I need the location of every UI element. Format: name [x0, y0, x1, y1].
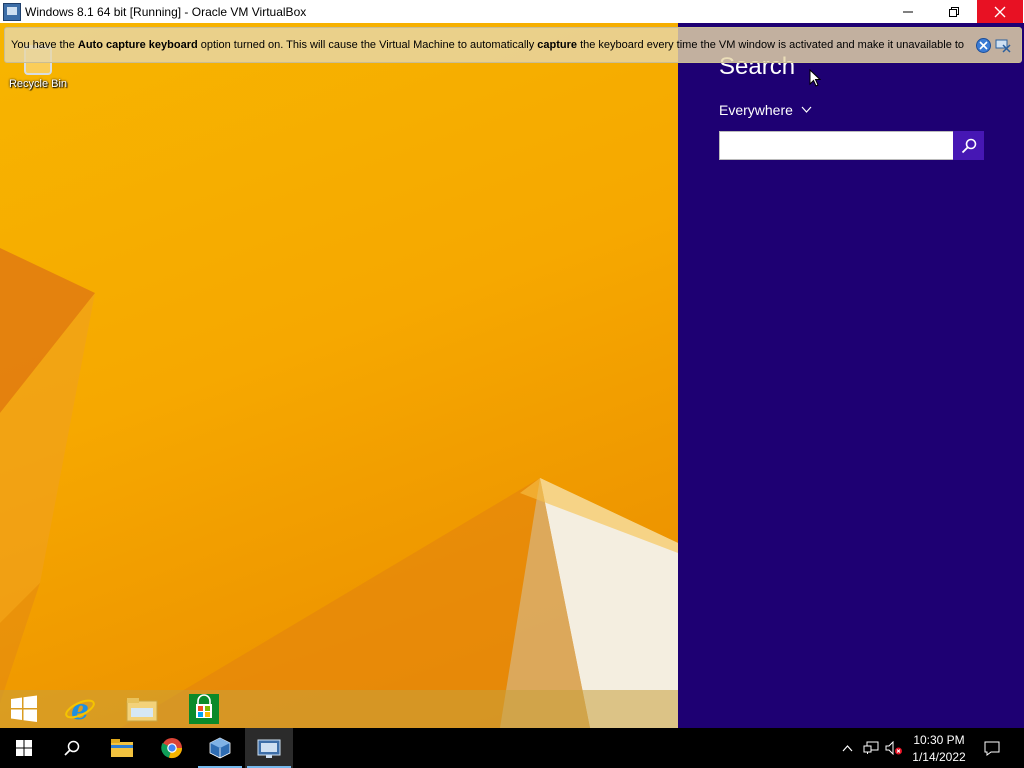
- start-icon[interactable]: [7, 693, 41, 725]
- notification-icon[interactable]: [980, 728, 1004, 768]
- search-button[interactable]: [953, 131, 984, 160]
- file-explorer-icon[interactable]: [98, 728, 146, 768]
- chevron-down-icon: [801, 104, 812, 116]
- store-icon[interactable]: [187, 693, 221, 725]
- info-icon[interactable]: [976, 38, 991, 53]
- window-titlebar: Windows 8.1 64 bit [Running] - Oracle VM…: [0, 0, 1024, 23]
- search-scope-dropdown[interactable]: Everywhere: [719, 102, 812, 118]
- vm-display[interactable]: Recycle Bin Search Everywhere You have t…: [0, 23, 1024, 728]
- mouse-pointer-icon: [809, 68, 822, 92]
- internet-explorer-icon[interactable]: e: [63, 693, 97, 725]
- clock-time: 10:30 PM: [913, 733, 965, 747]
- virtualbox-icon[interactable]: [196, 728, 244, 768]
- restore-icon: [949, 6, 959, 17]
- network-icon[interactable]: [861, 728, 881, 768]
- auto-capture-notification: You have the Auto capture keyboard optio…: [4, 27, 1022, 63]
- window-title: Windows 8.1 64 bit [Running] - Oracle VM…: [25, 4, 307, 19]
- chrome-icon[interactable]: [148, 728, 196, 768]
- minimize-button[interactable]: [885, 0, 931, 23]
- chevron-up-icon[interactable]: [838, 728, 856, 768]
- desktop-wallpaper: [0, 23, 678, 728]
- notification-message: You have the Auto capture keyboard optio…: [11, 39, 965, 51]
- search-charm: Search Everywhere: [678, 23, 1024, 728]
- search-icon: [961, 138, 976, 153]
- restore-button[interactable]: [931, 0, 977, 23]
- dismiss-notification-button[interactable]: [994, 38, 1012, 53]
- search-icon[interactable]: [48, 728, 96, 768]
- system-clock[interactable]: 10:30 PM 1/14/2022: [906, 732, 972, 766]
- recycle-bin-label: Recycle Bin: [8, 78, 68, 90]
- close-icon: [995, 39, 1011, 53]
- svg-text:e: e: [71, 694, 89, 724]
- clock-date: 1/14/2022: [912, 750, 966, 764]
- vm-taskbar: e: [0, 690, 678, 728]
- close-button[interactable]: [977, 0, 1023, 23]
- volume-muted-icon[interactable]: [884, 728, 904, 768]
- virtualbox-vm-icon[interactable]: [245, 728, 293, 768]
- minimize-icon: [903, 11, 913, 12]
- close-icon: [994, 6, 1006, 17]
- file-explorer-icon[interactable]: [125, 693, 159, 725]
- virtualbox-icon: [3, 2, 21, 21]
- host-taskbar: 10:30 PM 1/14/2022: [0, 728, 1024, 768]
- search-scope-label: Everywhere: [719, 102, 793, 118]
- search-input[interactable]: [719, 131, 984, 160]
- start-icon[interactable]: [0, 728, 48, 768]
- wallpaper-shapes: [0, 248, 678, 728]
